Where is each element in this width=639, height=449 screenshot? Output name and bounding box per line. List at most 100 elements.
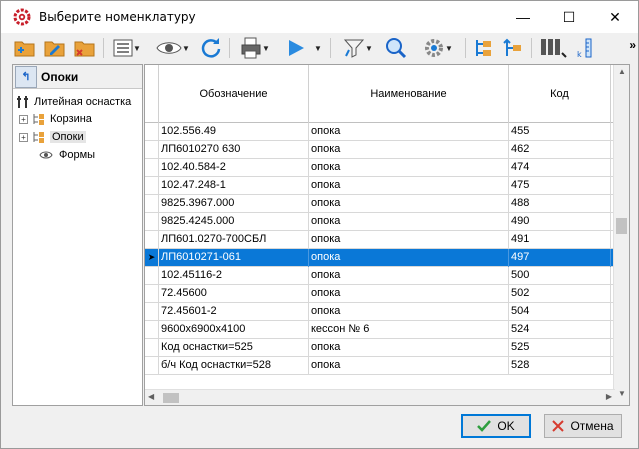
cell-designation: б/ч Код оснастки=528 xyxy=(159,357,309,375)
cell-designation: 9825.3967.000 xyxy=(159,195,309,213)
minimize-button[interactable]: — xyxy=(500,1,546,33)
table-row[interactable]: 102.47.248-1опока475С xyxy=(145,177,621,195)
table-row[interactable]: б/ч Код оснастки=528опока5282 xyxy=(145,357,621,375)
cell-code: 502 xyxy=(509,285,611,303)
scroll-up-icon[interactable]: ▲ xyxy=(614,67,629,81)
grid-header: Обозначение Наименование Код xyxy=(145,65,615,123)
table-row[interactable]: 9825.3967.000опока488С xyxy=(145,195,621,213)
cell-designation: ЛП6010270 630 xyxy=(159,141,309,159)
table-row[interactable]: ЛП601.0270-700СБЛопока491С xyxy=(145,231,621,249)
cell-designation: 102.45116-2 xyxy=(159,267,309,285)
ok-button[interactable]: OK xyxy=(461,414,531,438)
close-button[interactable]: ✕ xyxy=(592,1,638,33)
tree-item-flasks[interactable]: + Опоки xyxy=(19,128,86,146)
cancel-button[interactable]: Отмена xyxy=(544,414,622,438)
list-view-button[interactable]: ▼ xyxy=(107,36,147,60)
app-gear-icon xyxy=(13,8,31,26)
cell-name: опока xyxy=(309,159,509,177)
cell-code: 474 xyxy=(509,159,611,177)
scroll-left-icon[interactable]: ◀ xyxy=(148,392,154,401)
row-indicator xyxy=(145,141,159,159)
table-row[interactable]: ➤ЛП6010271-061опока497С xyxy=(145,249,621,267)
search-button[interactable] xyxy=(383,36,409,60)
cell-name: опока xyxy=(309,231,509,249)
tree-expand-button[interactable] xyxy=(470,36,496,60)
table-row[interactable]: 102.556.49опока4551 xyxy=(145,123,621,141)
column-header-name[interactable]: Наименование xyxy=(309,65,509,123)
back-arrow-icon[interactable]: ↰ xyxy=(15,65,37,88)
table-row[interactable]: 9825.4245.000опока490С xyxy=(145,213,621,231)
cell-code: 455 xyxy=(509,123,611,141)
delete-folder-icon xyxy=(74,41,95,57)
expand-icon[interactable]: + xyxy=(19,114,28,124)
delete-folder-button[interactable] xyxy=(73,36,97,60)
maximize-button[interactable]: ☐ xyxy=(546,1,592,33)
table-row[interactable]: 72.45601-2опока504С xyxy=(145,303,621,321)
row-indicator: ➤ xyxy=(145,249,159,267)
tree-item-casting-tooling[interactable]: Литейная оснастка xyxy=(16,93,131,111)
filter-icon xyxy=(343,39,365,58)
toolbar-separator xyxy=(465,38,466,58)
horizontal-scrollbar[interactable]: ◀ ▶ xyxy=(145,389,615,405)
scroll-thumb[interactable] xyxy=(616,218,627,234)
play-icon xyxy=(289,40,305,56)
window-title: Выберите номенклатуру xyxy=(39,10,196,24)
print-icon xyxy=(241,37,261,59)
chevron-down-icon: ▼ xyxy=(133,43,141,53)
cell-name: опока xyxy=(309,357,509,375)
ruler-icon: k xyxy=(577,38,592,59)
toolbar: ▼ ▼ ▼ ▼ ▼ ▼ k » xyxy=(1,33,638,63)
tree-panel-title: Опоки xyxy=(41,69,79,84)
dialog-window: Выберите номенклатуру — ☐ ✕ ▼ ▼ ▼ ▼ ▼ ▼ … xyxy=(0,0,639,449)
cell-designation: 72.45601-2 xyxy=(159,303,309,321)
row-indicator xyxy=(145,321,159,339)
svg-text:k: k xyxy=(577,50,582,59)
toolbar-separator xyxy=(531,38,532,58)
indicator-column-header xyxy=(145,65,159,123)
run-button[interactable]: ▼ xyxy=(283,36,325,60)
column-header-designation[interactable]: Обозначение xyxy=(159,65,309,123)
ok-button-label: OK xyxy=(497,419,515,433)
tree-item-label: Литейная оснастка xyxy=(34,96,132,108)
table-row[interactable]: ЛП6010270 630опока462С xyxy=(145,141,621,159)
cell-code: 524 xyxy=(509,321,611,339)
eye-icon xyxy=(39,151,53,159)
columns-button[interactable] xyxy=(537,36,571,60)
table-row[interactable]: 9600х6900х4100кессон № 6524С xyxy=(145,321,621,339)
filter-button[interactable]: ▼ xyxy=(337,36,379,60)
row-indicator xyxy=(145,213,159,231)
refresh-button[interactable] xyxy=(198,36,224,60)
eye-icon xyxy=(156,42,182,54)
table-row[interactable]: Код оснастки=525опока525С xyxy=(145,339,621,357)
row-indicator xyxy=(145,177,159,195)
cell-designation: ЛП601.0270-700СБЛ xyxy=(159,231,309,249)
scroll-right-icon[interactable]: ▶ xyxy=(606,392,612,401)
settings-button[interactable]: ▼ xyxy=(415,36,461,60)
view-button[interactable]: ▼ xyxy=(151,36,195,60)
cell-name: опока xyxy=(309,123,509,141)
toolbar-overflow-button[interactable]: » xyxy=(629,38,636,52)
cell-designation: 72.45600 xyxy=(159,285,309,303)
new-folder-button[interactable] xyxy=(13,36,37,60)
column-header-code[interactable]: Код xyxy=(509,65,611,123)
items-grid: Обозначение Наименование Код 102.556.49 о… xyxy=(144,64,630,406)
ruler-button[interactable]: k xyxy=(573,36,597,60)
vertical-scrollbar[interactable]: ▲ ▼ xyxy=(613,65,629,405)
table-row[interactable]: 72.45600опока502С xyxy=(145,285,621,303)
row-indicator xyxy=(145,303,159,321)
table-row[interactable]: 102.45116-2опока500С xyxy=(145,267,621,285)
cell-designation: 9825.4245.000 xyxy=(159,213,309,231)
scroll-down-icon[interactable]: ▼ xyxy=(614,389,629,403)
expand-icon[interactable]: + xyxy=(19,132,28,142)
cell-name: опока xyxy=(309,339,509,357)
cell-name: кессон № 6 xyxy=(309,321,509,339)
scroll-thumb[interactable] xyxy=(163,393,179,403)
tree-item-basket[interactable]: + Корзина xyxy=(19,110,92,128)
tree-collapse-button[interactable] xyxy=(500,36,526,60)
print-button[interactable]: ▼ xyxy=(235,36,275,60)
edit-folder-button[interactable] xyxy=(43,36,67,60)
cell-designation: 102.556.49 xyxy=(159,123,309,141)
tree-item-forms[interactable]: Формы xyxy=(39,146,95,164)
table-row[interactable]: 102.40.584-2опока474С xyxy=(145,159,621,177)
cell-code: 500 xyxy=(509,267,611,285)
